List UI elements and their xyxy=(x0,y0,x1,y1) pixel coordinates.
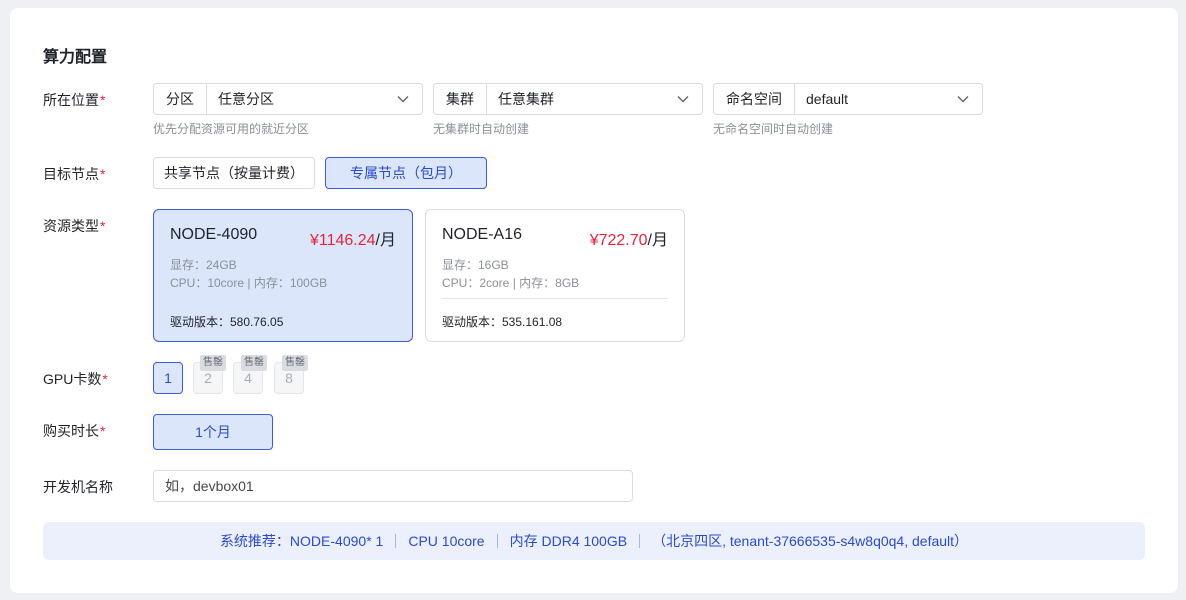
cluster-value: 任意集群 xyxy=(498,91,554,107)
summary-recommend: 系统推荐：NODE-4090* 1 xyxy=(219,533,384,549)
gpu-count-label: GPU卡数* xyxy=(43,371,108,387)
sold-out-badge: 售罄 xyxy=(200,355,226,371)
devbox-name-label: 开发机名称 xyxy=(43,479,113,495)
resource-card-node-a16[interactable]: NODE-A16 ¥722.70/月 显存：16GB CPU：2core | 内… xyxy=(425,209,685,342)
summary-divider xyxy=(395,534,397,548)
chevron-down-icon xyxy=(397,93,409,105)
cluster-hint: 无集群时自动创建 xyxy=(433,122,530,136)
summary-memory: 内存 DDR4 100GB xyxy=(509,533,628,549)
compute-config-panel: 算力配置 所在位置* 分区 任意分区 优先分配资源可用的就近分区 集群 任意集群… xyxy=(10,8,1178,593)
namespace-prefix: 命名空间 xyxy=(714,84,795,114)
summary-cpu: CPU 10core xyxy=(408,533,485,549)
section-title: 算力配置 xyxy=(43,49,108,66)
summary-location: （北京四区, tenant-37666535-s4w8q0q4, default… xyxy=(652,533,969,549)
partition-select[interactable]: 分区 任意分区 xyxy=(153,83,423,115)
partition-hint: 优先分配资源可用的就近分区 xyxy=(153,122,310,136)
chevron-down-icon xyxy=(677,93,689,105)
cluster-select[interactable]: 集群 任意集群 xyxy=(433,83,703,115)
shared-node-option[interactable]: 共享节点（按量计费） xyxy=(153,157,315,189)
devbox-name-input[interactable] xyxy=(153,470,633,502)
namespace-select[interactable]: 命名空间 default xyxy=(713,83,983,115)
namespace-hint: 无命名空间时自动创建 xyxy=(713,122,834,136)
resource-card-node-4090[interactable]: NODE-4090 ¥1146.24/月 显存：24GB CPU：10core … xyxy=(153,209,413,342)
gpu-count-option-1[interactable]: 1 xyxy=(153,362,183,394)
resource-cpu-mem: CPU：10core | 内存：100GB xyxy=(170,276,328,290)
duration-label: 购买时长* xyxy=(43,423,106,439)
partition-value: 任意分区 xyxy=(218,91,274,107)
sold-out-badge: 售罄 xyxy=(241,355,267,371)
namespace-value: default xyxy=(806,91,849,107)
resource-type-label: 资源类型* xyxy=(43,218,106,234)
dedicated-node-option[interactable]: 专属节点（包月） xyxy=(325,157,487,189)
resource-vram: 显存：24GB xyxy=(170,258,237,272)
cluster-prefix: 集群 xyxy=(434,84,487,114)
resource-price: ¥722.70/月 xyxy=(589,232,668,249)
recommendation-summary: 系统推荐：NODE-4090* 1 CPU 10core 内存 DDR4 100… xyxy=(43,522,1145,560)
resource-name: NODE-A16 xyxy=(442,226,523,243)
resource-name: NODE-4090 xyxy=(170,226,258,243)
resource-cpu-mem: CPU：2core | 内存：8GB xyxy=(442,276,580,290)
partition-prefix: 分区 xyxy=(154,84,207,114)
chevron-down-icon xyxy=(957,93,969,105)
resource-driver: 驱动版本：580.76.05 xyxy=(170,315,284,329)
card-divider xyxy=(442,298,668,299)
resource-price: ¥1146.24/月 xyxy=(310,232,396,249)
summary-divider xyxy=(496,534,498,548)
duration-option-1-month[interactable]: 1个月 xyxy=(153,414,273,450)
resource-vram: 显存：16GB xyxy=(442,258,509,272)
target-node-label: 目标节点* xyxy=(43,166,106,182)
sold-out-badge: 售罄 xyxy=(282,355,308,371)
summary-divider xyxy=(639,534,641,548)
location-label: 所在位置* xyxy=(43,92,106,108)
resource-driver: 驱动版本：535.161.08 xyxy=(442,315,563,329)
